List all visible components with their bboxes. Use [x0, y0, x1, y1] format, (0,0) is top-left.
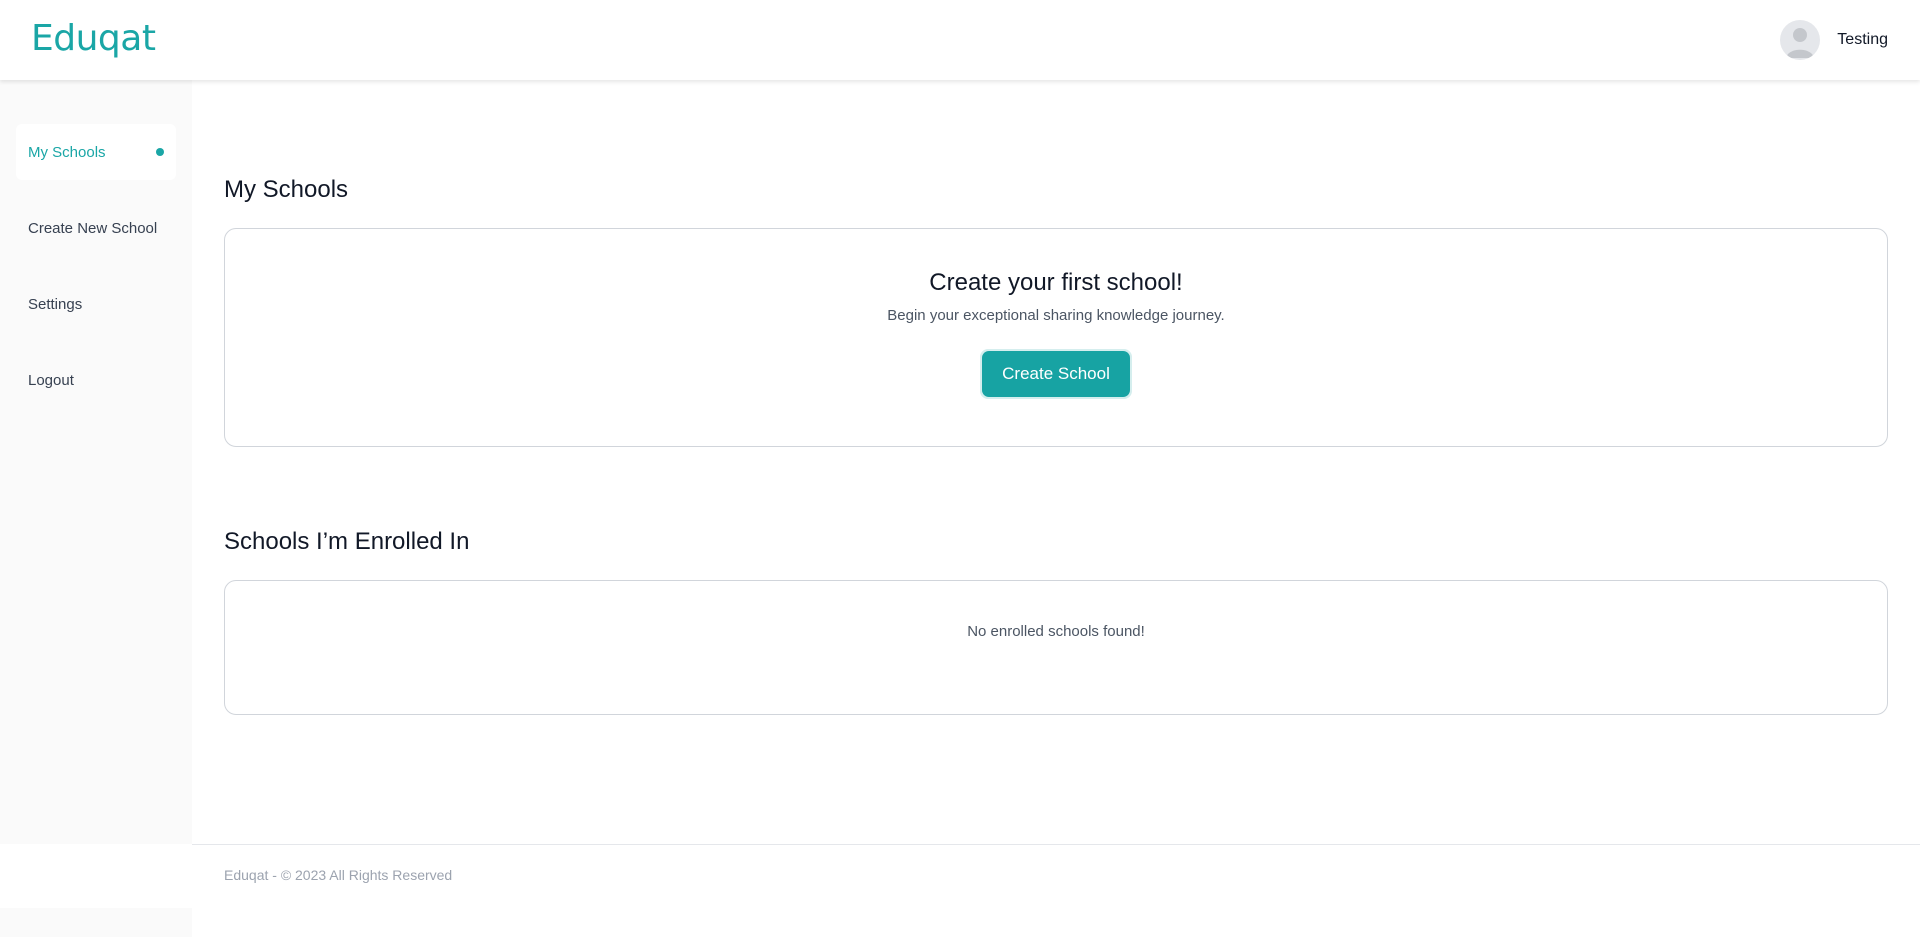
main-content: My Schools Create your first school! Beg…: [192, 80, 1920, 844]
empty-state-subtext: Begin your exceptional sharing knowledge…: [887, 307, 1225, 324]
brand-logo[interactable]: Eduqat: [31, 14, 156, 64]
enrolled-schools-title: Schools I’m Enrolled In: [224, 528, 470, 555]
sidebar-item-create-new-school[interactable]: Create New School: [16, 200, 176, 256]
sidebar-item-logout[interactable]: Logout: [16, 352, 176, 408]
my-schools-title: My Schools: [224, 176, 349, 203]
sidebar-item-label: Settings: [28, 295, 83, 313]
create-school-button[interactable]: Create School: [982, 351, 1130, 397]
user-name[interactable]: Testing: [1837, 31, 1888, 49]
sidebar-item-label: Logout: [28, 371, 74, 389]
sidebar-item-settings[interactable]: Settings: [16, 276, 176, 332]
sidebar-item-label: Create New School: [28, 219, 158, 237]
my-schools-empty-card: Create your first school! Begin your exc…: [224, 228, 1888, 447]
user-avatar-icon[interactable]: [1780, 20, 1821, 60]
top-header: Eduqat Testing: [0, 0, 1920, 80]
footer-copyright: Eduqat - © 2023 All Rights Reserved: [224, 867, 453, 883]
user-menu[interactable]: Testing: [1780, 20, 1888, 60]
empty-state-heading: Create your first school!: [929, 269, 1183, 296]
sidebar: My Schools Create New School Settings Lo…: [0, 80, 192, 937]
no-enrolled-schools-message: No enrolled schools found!: [967, 623, 1145, 640]
active-indicator-dot: [156, 148, 164, 156]
sidebar-item-my-schools[interactable]: My Schools: [16, 124, 176, 180]
footer-left-spacer: [0, 844, 192, 908]
person-silhouette-icon: [1786, 28, 1815, 58]
create-school-button-focus-ring: Create School: [980, 349, 1132, 399]
footer: Eduqat - © 2023 All Rights Reserved: [192, 844, 1920, 908]
sidebar-item-label: My Schools: [28, 143, 106, 161]
enrolled-schools-card: No enrolled schools found!: [224, 580, 1888, 715]
